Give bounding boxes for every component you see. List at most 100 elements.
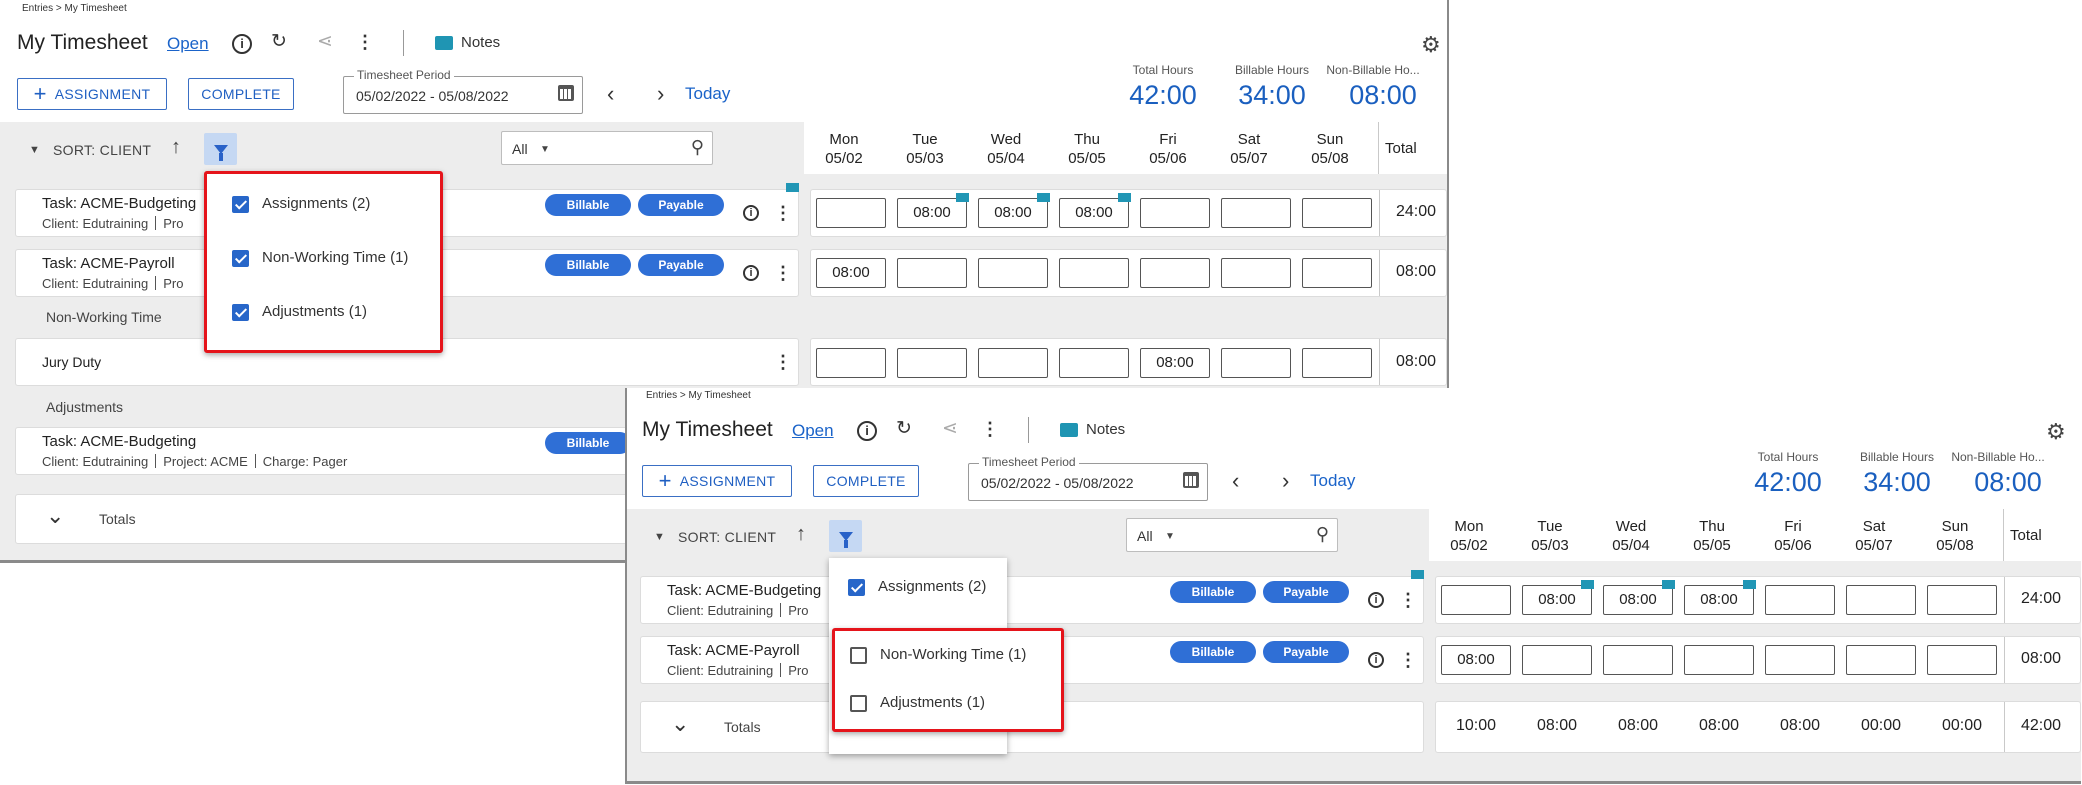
next-period-icon[interactable]: › (1282, 468, 1289, 494)
more-icon[interactable]: ⋮ (355, 33, 375, 51)
filter-option-non-working-time[interactable]: Non-Working Time (1) (207, 236, 440, 280)
filter-button[interactable] (829, 520, 862, 552)
hours-cell[interactable] (1846, 585, 1916, 615)
sort-direction-icon[interactable]: ↑ (171, 136, 181, 159)
hours-cell[interactable] (816, 348, 886, 378)
hours-cell[interactable] (1927, 645, 1997, 675)
note-flag-icon[interactable] (956, 193, 969, 202)
row-info-icon[interactable]: i (743, 265, 759, 281)
hours-cell[interactable] (1221, 348, 1291, 378)
hours-cell[interactable] (1846, 645, 1916, 675)
previous-period-icon[interactable]: ‹ (1232, 468, 1239, 494)
hours-cell[interactable]: 08:00 (1522, 585, 1592, 615)
hours-cell[interactable] (1302, 258, 1372, 288)
hours-cell[interactable] (1221, 258, 1291, 288)
sort-label[interactable]: SORT: CLIENT (678, 529, 776, 545)
checkbox-unchecked[interactable] (850, 695, 867, 712)
row-more-icon[interactable]: ⋮ (774, 264, 792, 282)
notes-icon[interactable] (1060, 423, 1078, 437)
note-flag-icon[interactable] (1411, 570, 1424, 579)
next-period-icon[interactable]: › (657, 81, 664, 107)
checkbox-checked[interactable] (232, 304, 249, 321)
hours-cell[interactable] (1522, 645, 1592, 675)
notes-label[interactable]: Notes (1086, 421, 1125, 438)
breadcrumb[interactable]: Entries > My Timesheet (646, 390, 751, 401)
calendar-icon[interactable] (558, 85, 574, 101)
breadcrumb[interactable]: Entries > My Timesheet (22, 3, 127, 14)
note-flag-icon[interactable] (1581, 580, 1594, 589)
hours-cell[interactable] (1765, 645, 1835, 675)
hours-cell[interactable]: 08:00 (816, 258, 886, 288)
filter-button[interactable] (204, 133, 237, 165)
today-link[interactable]: Today (1310, 471, 1355, 491)
complete-button[interactable]: COMPLETE (188, 78, 294, 110)
hours-cell[interactable] (897, 348, 967, 378)
filter-select[interactable]: All ▼ ⚲ (1126, 518, 1338, 552)
sort-label[interactable]: SORT: CLIENT (53, 142, 151, 158)
row-info-icon[interactable]: i (1368, 652, 1384, 668)
row-more-icon[interactable]: ⋮ (774, 353, 792, 371)
hours-cell[interactable] (1684, 645, 1754, 675)
hours-cell[interactable]: 08:00 (1684, 585, 1754, 615)
share-icon[interactable]: ⋖ (939, 419, 961, 439)
status-link[interactable]: Open (792, 421, 834, 441)
hours-cell[interactable]: 08:00 (1059, 198, 1129, 228)
previous-period-icon[interactable]: ‹ (607, 81, 614, 107)
today-link[interactable]: Today (685, 84, 730, 104)
hours-cell[interactable] (1221, 198, 1291, 228)
hours-cell[interactable] (1927, 585, 1997, 615)
hours-cell[interactable] (978, 348, 1048, 378)
hours-cell[interactable] (1441, 585, 1511, 615)
row-assignment-budgeting[interactable]: Task: ACME-Budgeting Client: Edutraining… (640, 576, 1424, 624)
hours-cell[interactable] (1140, 198, 1210, 228)
hours-cell[interactable]: 08:00 (1603, 585, 1673, 615)
hours-cell[interactable]: 08:00 (1140, 348, 1210, 378)
refresh-icon[interactable]: ↻ (268, 32, 290, 52)
checkbox-unchecked[interactable] (850, 647, 867, 664)
hours-cell[interactable] (816, 198, 886, 228)
hours-cell[interactable] (1140, 258, 1210, 288)
hours-cell[interactable] (1059, 258, 1129, 288)
expand-chevron-icon[interactable]: ⌄ (671, 711, 689, 737)
settings-gear-icon[interactable]: ⚙ (1421, 32, 1441, 58)
add-assignment-button[interactable]: + ASSIGNMENT (642, 465, 792, 497)
notes-label[interactable]: Notes (461, 34, 500, 51)
share-icon[interactable]: ⋖ (314, 32, 336, 52)
note-flag-icon[interactable] (1743, 580, 1756, 589)
settings-gear-icon[interactable]: ⚙ (2046, 419, 2066, 445)
hours-cell[interactable]: 08:00 (1441, 645, 1511, 675)
row-info-icon[interactable]: i (1368, 592, 1384, 608)
note-flag-icon[interactable] (1662, 580, 1675, 589)
filter-option-assignments[interactable]: Assignments (2) (829, 566, 1007, 610)
row-more-icon[interactable]: ⋮ (1399, 591, 1417, 609)
row-info-icon[interactable]: i (743, 205, 759, 221)
checkbox-checked[interactable] (232, 196, 249, 213)
search-icon[interactable]: ⚲ (691, 137, 704, 158)
hours-cell[interactable] (1302, 348, 1372, 378)
info-icon[interactable]: i (231, 33, 253, 54)
hours-cell[interactable] (1765, 585, 1835, 615)
sort-caret-icon[interactable]: ▼ (654, 531, 665, 543)
hours-cell[interactable]: 08:00 (897, 198, 967, 228)
timesheet-period-field[interactable]: Timesheet Period 05/02/2022 - 05/08/2022 (343, 68, 583, 114)
filter-option-adjustments[interactable]: Adjustments (1) (207, 290, 440, 334)
hours-cell[interactable]: 08:00 (978, 198, 1048, 228)
row-more-icon[interactable]: ⋮ (1399, 651, 1417, 669)
more-icon[interactable]: ⋮ (980, 420, 1000, 438)
filter-option-adjustments[interactable]: Adjustments (1) (835, 683, 1061, 727)
row-more-icon[interactable]: ⋮ (774, 204, 792, 222)
notes-icon[interactable] (435, 36, 453, 50)
filter-option-non-working-time[interactable]: Non-Working Time (1) (835, 635, 1061, 679)
timesheet-period-field[interactable]: Timesheet Period 05/02/2022 - 05/08/2022 (968, 455, 1208, 501)
note-flag-icon[interactable] (786, 183, 799, 192)
hours-cell[interactable] (978, 258, 1048, 288)
filter-select[interactable]: All ▼ ⚲ (501, 131, 713, 165)
hours-cell[interactable] (1059, 348, 1129, 378)
hours-cell[interactable] (1603, 645, 1673, 675)
note-flag-icon[interactable] (1037, 193, 1050, 202)
sort-direction-icon[interactable]: ↑ (796, 523, 806, 546)
checkbox-checked[interactable] (232, 250, 249, 267)
search-icon[interactable]: ⚲ (1316, 524, 1329, 545)
expand-chevron-icon[interactable]: ⌄ (46, 503, 64, 529)
checkbox-checked[interactable] (848, 579, 865, 596)
